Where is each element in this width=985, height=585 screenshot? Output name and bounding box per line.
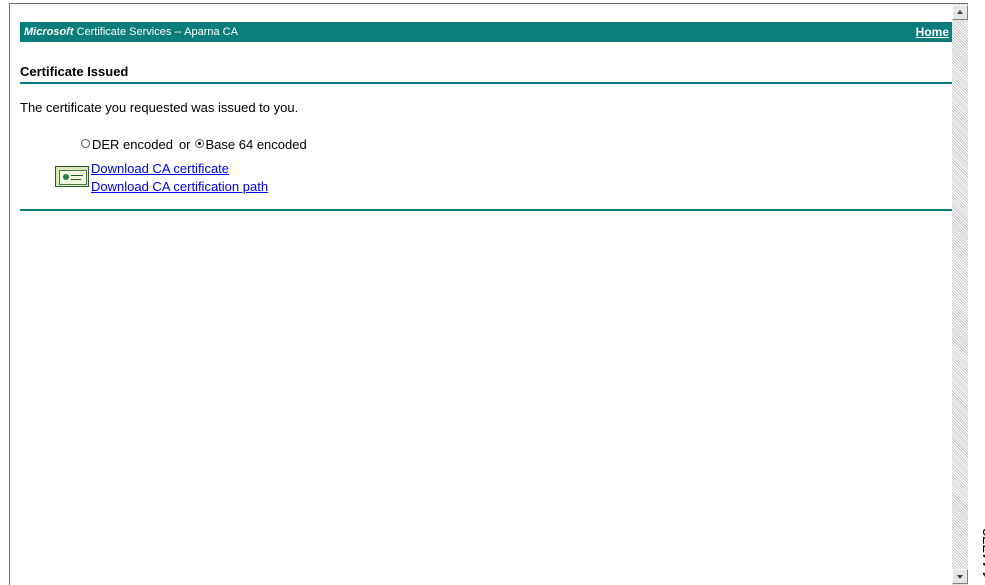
home-link[interactable]: Home bbox=[916, 25, 949, 39]
der-label[interactable]: DER encoded bbox=[92, 137, 173, 152]
figure-id: 144773 bbox=[980, 527, 985, 578]
title-divider bbox=[20, 82, 952, 84]
status-message: The certificate you requested was issued… bbox=[20, 100, 299, 115]
arrow-up-icon bbox=[957, 10, 963, 14]
scroll-up-button[interactable] bbox=[952, 5, 968, 20]
der-radio[interactable] bbox=[81, 139, 90, 148]
page-title: Certificate Issued bbox=[20, 64, 129, 79]
download-ca-certificate-link[interactable]: Download CA certificate bbox=[91, 161, 229, 176]
download-ca-certification-path-link[interactable]: Download CA certification path bbox=[91, 179, 268, 194]
scroll-down-button[interactable] bbox=[952, 569, 968, 584]
or-separator: or bbox=[178, 137, 191, 152]
base64-label[interactable]: Base 64 encoded bbox=[206, 137, 307, 152]
arrow-down-icon bbox=[957, 575, 963, 579]
encoding-options: DER encoded or Base 64 encoded bbox=[81, 137, 307, 152]
service-title: Certificate Services -- Aparna CA bbox=[76, 26, 238, 38]
header-banner: Microsoft Certificate Services -- Aparna… bbox=[20, 22, 952, 42]
brand-title: Microsoft Certificate Services -- Aparna… bbox=[24, 26, 238, 38]
base64-radio[interactable] bbox=[194, 139, 204, 148]
page-content: Microsoft Certificate Services -- Aparna… bbox=[10, 4, 952, 585]
browser-frame: Microsoft Certificate Services -- Aparna… bbox=[9, 3, 968, 585]
vertical-scrollbar[interactable] bbox=[952, 4, 968, 585]
bottom-divider bbox=[20, 209, 952, 211]
brand-name: Microsoft bbox=[24, 26, 74, 38]
certificate-icon bbox=[55, 166, 89, 187]
